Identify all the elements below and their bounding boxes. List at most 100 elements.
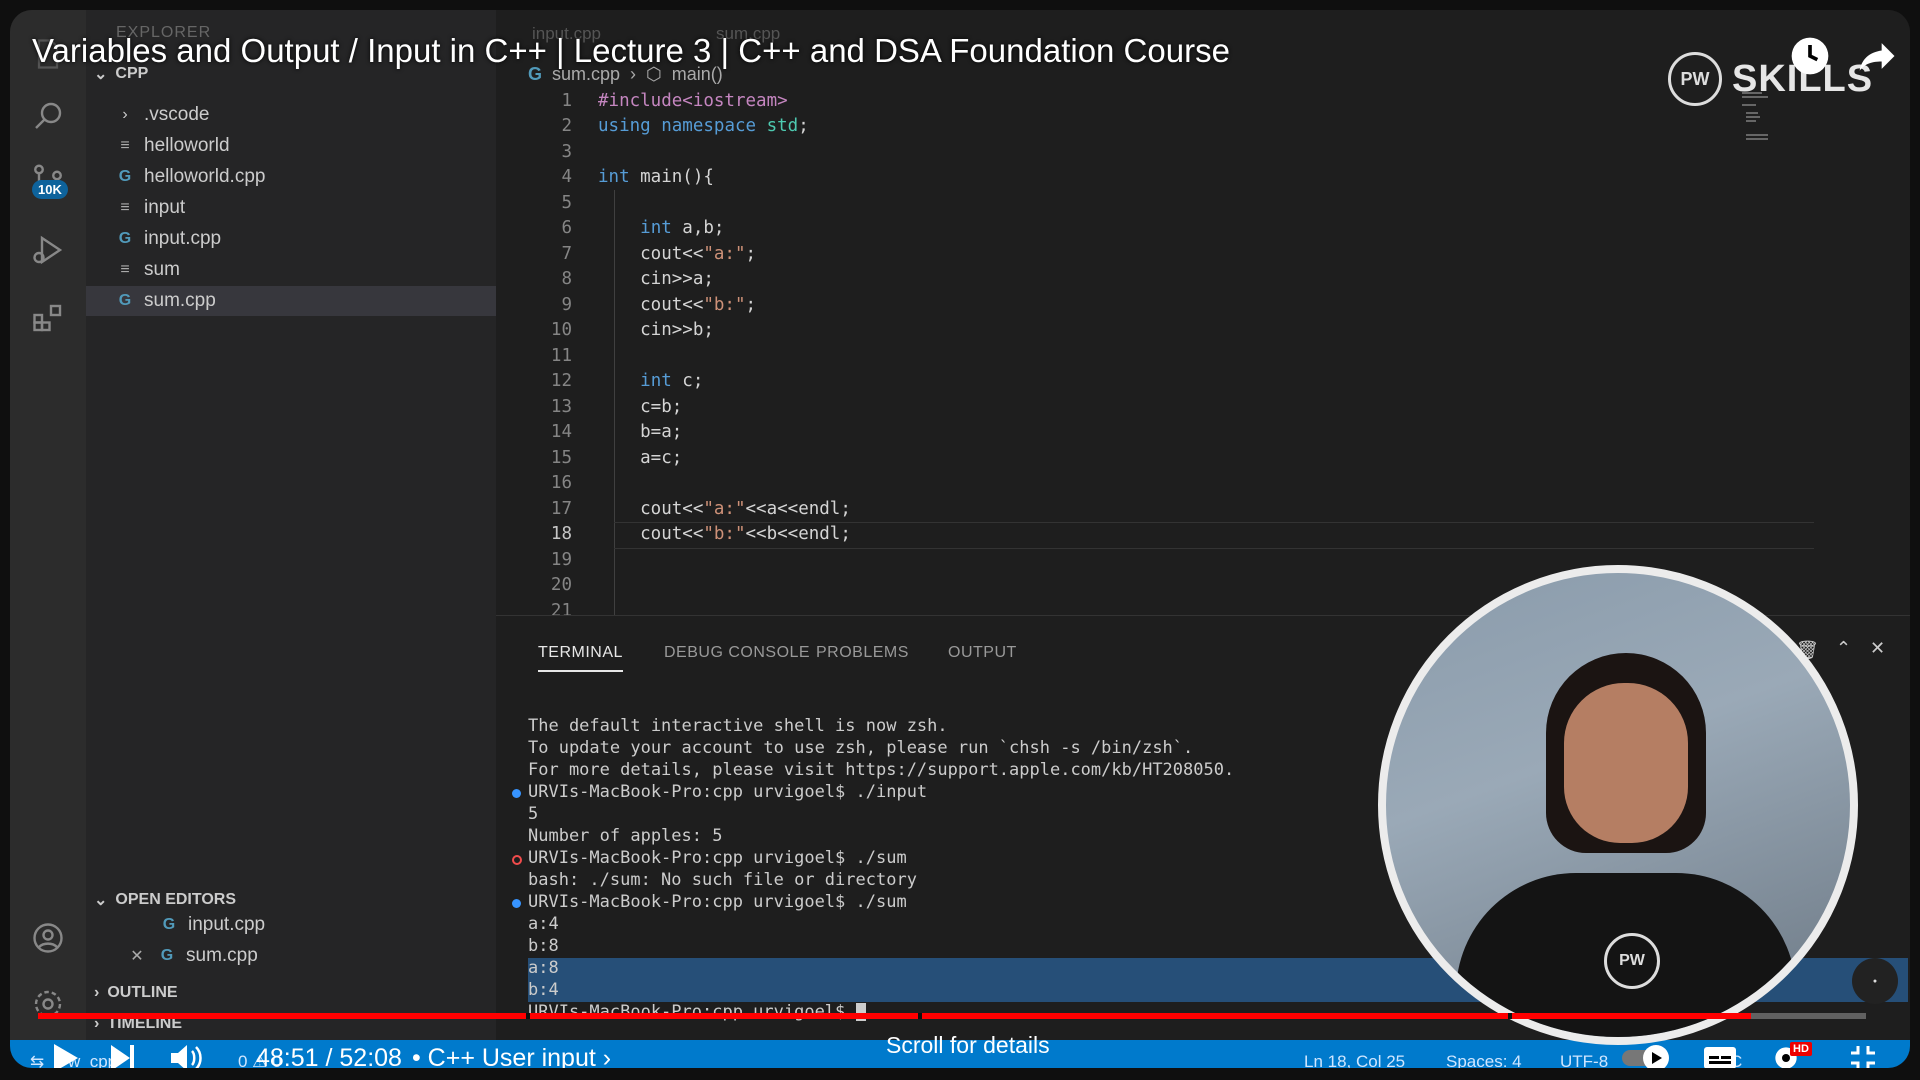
success-dot-icon bbox=[512, 789, 521, 798]
line-number: 14 bbox=[550, 422, 572, 443]
open-editors-header[interactable]: ⌄ OPEN EDITORS bbox=[94, 890, 236, 910]
explorer-sidebar: EXPLORER ⌄ CPP › .vscode ≡ helloworld G … bbox=[86, 10, 496, 1040]
code-line[interactable]: 9 cout<<"b:"; bbox=[496, 292, 851, 318]
search-icon[interactable] bbox=[28, 96, 68, 136]
tree-item-input-cpp[interactable]: G input.cpp bbox=[86, 224, 524, 254]
line-number: 9 bbox=[561, 294, 572, 315]
cursor-position[interactable]: Ln 18, Col 25 bbox=[1304, 1052, 1405, 1068]
code-line[interactable]: 8 cin>>a; bbox=[496, 267, 851, 293]
code-text: cin>>b; bbox=[598, 320, 714, 341]
tree-item-sum[interactable]: ≡ sum bbox=[86, 255, 524, 285]
code-line[interactable]: 11 bbox=[496, 343, 851, 369]
chevron-up-icon[interactable]: ⌃ bbox=[1836, 638, 1851, 659]
file-label: sum bbox=[144, 259, 180, 280]
volume-icon[interactable] bbox=[168, 1040, 204, 1068]
code-line[interactable]: 14 b=a; bbox=[496, 420, 851, 446]
code-line[interactable]: 19 bbox=[496, 547, 851, 573]
exit-fullscreen-icon[interactable] bbox=[1848, 1040, 1878, 1068]
line-number: 15 bbox=[550, 447, 572, 468]
line-number: 11 bbox=[550, 345, 572, 366]
source-control-badge: 10K bbox=[32, 180, 68, 199]
tree-item-helloworld-cpp[interactable]: G helloworld.cpp bbox=[86, 162, 524, 192]
scroll-hint-text: Scroll for details bbox=[886, 1032, 1050, 1058]
code-line[interactable]: 18 cout<<"b:"<<b<<endl; bbox=[496, 522, 851, 548]
tree-item-helloworld[interactable]: ≡ helloworld bbox=[86, 131, 524, 161]
tab-terminal[interactable]: TERMINAL bbox=[538, 644, 623, 672]
tree-item-sum-cpp[interactable]: G sum.cpp bbox=[86, 286, 496, 316]
code-lines[interactable]: 1 #include<iostream> 2 using namespace std;… bbox=[496, 88, 851, 624]
tab-problems[interactable]: PROBLEMS bbox=[816, 644, 909, 662]
code-line[interactable]: 12 int c; bbox=[496, 369, 851, 395]
file-label: sum.cpp bbox=[144, 290, 216, 311]
tab-output[interactable]: OUTPUT bbox=[948, 644, 1017, 662]
line-number: 2 bbox=[561, 116, 572, 137]
chapter-link[interactable]: • C++ User input › bbox=[412, 1044, 611, 1069]
remote-icon[interactable]: ⇆ bbox=[30, 1052, 44, 1068]
close-icon[interactable]: ✕ bbox=[126, 946, 148, 966]
chapter-marker bbox=[918, 1013, 922, 1019]
code-line[interactable]: 4 int main(){ bbox=[496, 165, 851, 191]
code-line[interactable]: 10 cin>>b; bbox=[496, 318, 851, 344]
code-line[interactable]: 3 bbox=[496, 139, 851, 165]
code-line[interactable]: 1 #include<iostream> bbox=[496, 88, 851, 114]
line-number: 18 bbox=[550, 524, 572, 545]
text-file-icon: ≡ bbox=[120, 137, 130, 154]
run-debug-icon[interactable] bbox=[28, 230, 68, 270]
file-label: helloworld.cpp bbox=[144, 166, 266, 187]
chapter-marker bbox=[526, 1013, 530, 1019]
pw-shirt-logo-icon: PW bbox=[1604, 933, 1660, 989]
code-line[interactable]: 2 using namespace std; bbox=[496, 114, 851, 140]
indent-spaces[interactable]: Spaces: 4 bbox=[1446, 1052, 1522, 1068]
file-label: helloworld bbox=[144, 135, 230, 156]
close-panel-icon[interactable]: ✕ bbox=[1870, 638, 1885, 659]
success-dot-icon bbox=[512, 899, 521, 908]
text-file-icon: ≡ bbox=[120, 199, 130, 216]
chevron-right-icon: › bbox=[122, 106, 128, 123]
extensions-icon[interactable] bbox=[28, 298, 68, 338]
code-line[interactable]: 6 int a,b; bbox=[496, 216, 851, 242]
code-text: int c; bbox=[640, 371, 704, 392]
video-progress-bar[interactable] bbox=[38, 1013, 1866, 1019]
file-label: .vscode bbox=[144, 104, 210, 125]
tab-debug-console[interactable]: DEBUG CONSOLE bbox=[664, 644, 810, 662]
subtitles-icon[interactable] bbox=[1702, 1040, 1738, 1068]
tree-item-input[interactable]: ≡ input bbox=[86, 193, 524, 223]
chevron-down-icon: ⌄ bbox=[94, 892, 108, 909]
code-text: cout<<"a:"<<a<<endl; bbox=[598, 498, 851, 519]
line-number: 1 bbox=[561, 90, 572, 111]
encoding[interactable]: UTF-8 bbox=[1560, 1052, 1608, 1068]
line-number: 8 bbox=[561, 269, 572, 290]
file-label: sum.cpp bbox=[186, 945, 258, 966]
outline-label: OUTLINE bbox=[107, 984, 178, 1001]
line-number: 3 bbox=[561, 141, 572, 162]
share-icon[interactable] bbox=[1856, 34, 1900, 78]
line-number: 19 bbox=[550, 549, 572, 570]
code-text: int a,b; bbox=[640, 218, 725, 239]
chapter-marker bbox=[1508, 1013, 1512, 1019]
presenter-video-bubble: PW bbox=[1378, 565, 1858, 1045]
outline-header[interactable]: › OUTLINE bbox=[94, 984, 178, 1002]
watch-later-icon[interactable] bbox=[1788, 34, 1832, 78]
file-label: input bbox=[144, 197, 186, 218]
code-line[interactable]: 5 bbox=[496, 190, 851, 216]
open-editor-sum-cpp[interactable]: ✕ G sum.cpp bbox=[86, 941, 536, 971]
line-number: 20 bbox=[550, 575, 572, 596]
code-line[interactable]: 15 a=c; bbox=[496, 445, 851, 471]
play-button[interactable] bbox=[50, 1040, 80, 1068]
next-button[interactable] bbox=[108, 1040, 138, 1068]
code-line[interactable]: 17 cout<<"a:"<<a<<endl; bbox=[496, 496, 851, 522]
code-line[interactable]: 7 cout<<"a:"; bbox=[496, 241, 851, 267]
college-wallah-logo-icon: ● bbox=[1852, 958, 1898, 1004]
tree-item-vscode[interactable]: › .vscode bbox=[86, 100, 524, 130]
text-file-icon: ≡ bbox=[120, 261, 130, 278]
video-title[interactable]: Variables and Output / Input in C++ | Le… bbox=[32, 32, 1230, 70]
account-icon[interactable] bbox=[28, 918, 68, 958]
autoplay-toggle[interactable] bbox=[1620, 1040, 1672, 1068]
code-line[interactable]: 20 bbox=[496, 573, 851, 599]
code-line[interactable]: 13 c=b; bbox=[496, 394, 851, 420]
presenter-face bbox=[1564, 683, 1688, 843]
code-line[interactable]: 16 bbox=[496, 471, 851, 497]
scroll-for-details[interactable]: Scroll for details ⌄ bbox=[886, 1032, 1050, 1068]
settings-icon[interactable]: HD bbox=[1770, 1040, 1812, 1068]
video-frame[interactable]: 10K EXPLORER ⌄ CPP › .vscode ≡ helloworl… bbox=[10, 10, 1910, 1068]
